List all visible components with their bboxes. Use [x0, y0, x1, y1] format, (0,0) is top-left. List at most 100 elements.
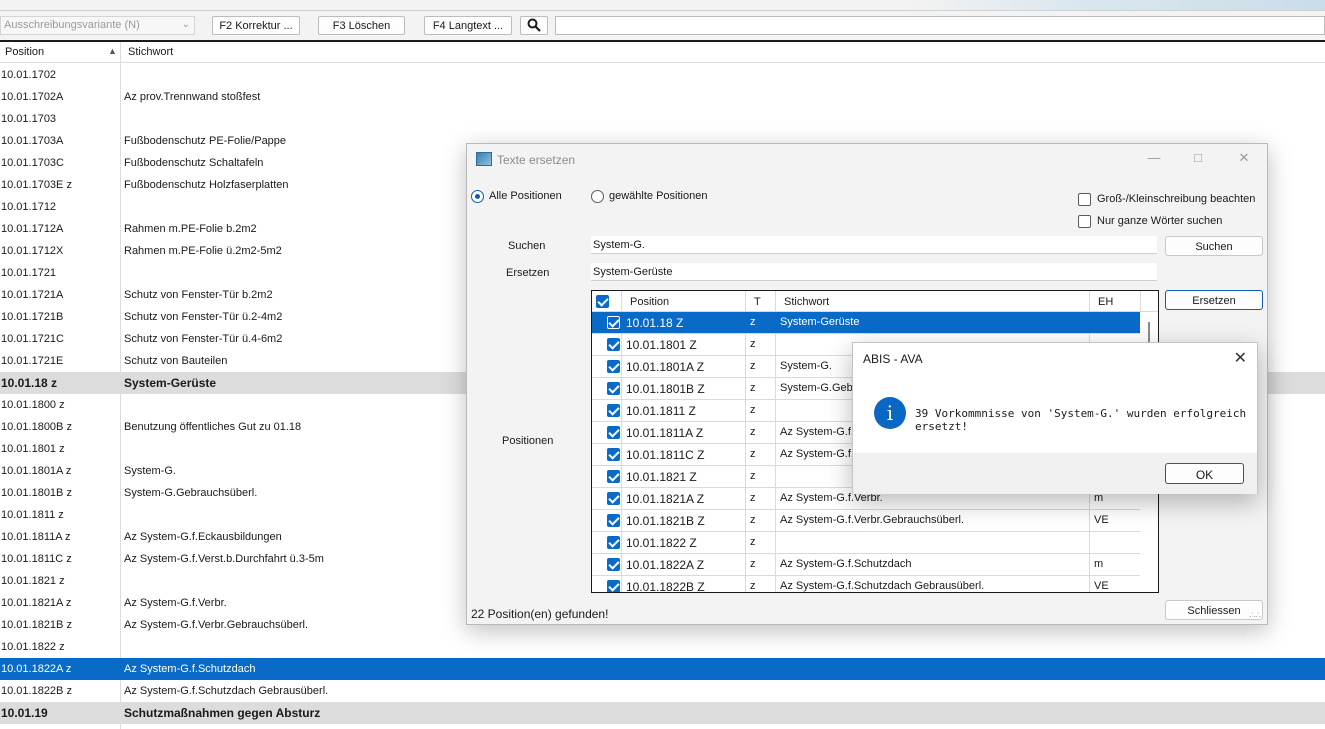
grid-cell-s: System-Gerüste	[780, 316, 860, 328]
row-checkbox[interactable]	[607, 382, 620, 395]
row-position: 10.01.1703C	[1, 157, 64, 169]
whole-words-label: Nur ganze Wörter suchen	[1097, 215, 1223, 227]
info-icon: i	[874, 397, 906, 429]
row-checkbox[interactable]	[607, 492, 620, 505]
row-position: 10.01.1721E	[1, 355, 64, 367]
grid-row[interactable]: 10.01.1822A Z z Az System-G.f.Schutzdach m	[592, 554, 1140, 576]
grid-cell-s: Az System-G.f.Verbr.Gebrauchsüberl.	[780, 514, 965, 526]
replace-button[interactable]: Ersetzen	[1165, 290, 1263, 310]
ok-button[interactable]: OK	[1165, 463, 1244, 484]
grid-row[interactable]: 10.01.1822B Z z Az System-G.f.Schutzdach G…	[592, 576, 1140, 593]
row-position: 10.01.1822B z	[1, 685, 72, 697]
grid-header-t[interactable]: T	[754, 296, 761, 308]
case-sensitive-checkbox[interactable]	[1078, 193, 1091, 206]
grid-cell-pos: 10.01.1822B Z	[626, 580, 705, 593]
sort-ascending-icon: ▲	[108, 46, 117, 56]
f4-longtext-button[interactable]: F4 Langtext ...	[424, 16, 512, 35]
close-dialog-button[interactable]: Schliessen	[1165, 600, 1263, 620]
f2-correction-button[interactable]: F2 Korrektur ...	[212, 16, 300, 35]
top-gradient	[905, 0, 1325, 10]
close-icon[interactable]: ✕	[1234, 348, 1247, 368]
f3-delete-button[interactable]: F3 Löschen	[318, 16, 405, 35]
row-checkbox[interactable]	[607, 448, 620, 461]
row-position: 10.01.1821 z	[1, 575, 65, 587]
list-row[interactable]: 10.01.1703	[0, 108, 1325, 130]
row-checkbox[interactable]	[607, 404, 620, 417]
row-position: 10.01.1822 z	[1, 641, 65, 653]
toolbar: Ausschreibungsvariante (N) ⌄ F2 Korrektu…	[0, 10, 1325, 40]
grid-cell-t: z	[750, 382, 756, 394]
variant-select-value: Ausschreibungsvariante (N)	[4, 19, 140, 31]
row-checkbox[interactable]	[607, 316, 620, 329]
grid-header-stichwort[interactable]: Stichwort	[784, 296, 829, 308]
grid-cell-t: z	[750, 404, 756, 416]
close-icon[interactable]: ✕	[1237, 150, 1251, 165]
message-text: 39 Vorkommnisse von 'System-G.' wurden e…	[915, 407, 1247, 433]
grid-cell-pos: 10.01.1811A Z	[626, 426, 704, 440]
search-dialog-button[interactable]: Suchen	[1165, 236, 1263, 256]
grid-cell-s: Az System-G.f.Schutzdach	[780, 558, 912, 570]
grid-cell-pos: 10.01.1821B Z	[626, 514, 705, 528]
row-keyword: Az System-G.f.Verbr.Gebrauchsüberl.	[124, 619, 309, 631]
positions-label: Positionen	[502, 435, 554, 447]
column-divider[interactable]	[120, 42, 121, 63]
row-checkbox[interactable]	[607, 580, 620, 592]
variant-select[interactable]: Ausschreibungsvariante (N) ⌄	[0, 16, 195, 35]
row-checkbox[interactable]	[607, 360, 620, 373]
search-button[interactable]	[520, 16, 548, 35]
row-position: 10.01.1721A	[1, 289, 64, 301]
toolbar-search-input[interactable]	[555, 16, 1325, 35]
column-header-stichwort[interactable]: Stichwort	[128, 46, 173, 58]
grid-cell-t: z	[750, 580, 756, 592]
row-keyword: Benutzung öffentliches Gut zu 01.18	[124, 421, 302, 433]
grid-cell-pos: 10.01.1801B Z	[626, 382, 705, 396]
row-keyword: Az System-G.f.Verst.b.Durchfahrt ü.3-5m	[124, 553, 324, 565]
grid-cell-eh: VE	[1094, 580, 1109, 592]
list-row[interactable]: 10.01.1702	[0, 64, 1325, 86]
replace-input[interactable]: System-Gerüste	[591, 263, 1157, 281]
row-checkbox[interactable]	[607, 338, 620, 351]
row-checkbox[interactable]	[607, 514, 620, 527]
group-row[interactable]: 10.01.19 Schutzmaßnahmen gegen Absturz	[0, 702, 1325, 724]
list-row[interactable]: 10.01.1822B z Az System-G.f.Schutzdach Ge…	[0, 680, 1325, 702]
radio-selected-positions[interactable]	[591, 190, 604, 203]
resize-grip-icon[interactable]: ∴∴	[1250, 610, 1261, 621]
row-position: 10.01.1822A z	[1, 663, 72, 675]
radio-all-positions[interactable]	[471, 190, 484, 203]
row-position: 10.01.1721C	[1, 333, 64, 345]
row-keyword: Fußbodenschutz PE-Folie/Pappe	[124, 135, 287, 147]
row-checkbox[interactable]	[607, 426, 620, 439]
row-checkbox[interactable]	[607, 536, 620, 549]
grid-cell-eh: VE	[1094, 514, 1109, 526]
column-header-position[interactable]: Position	[5, 46, 44, 58]
grid-row[interactable]: 10.01.1821B Z z Az System-G.f.Verbr.Gebrau…	[592, 510, 1140, 532]
row-keyword: System-Gerüste	[124, 376, 217, 390]
list-row[interactable]: 10.01.1822 z	[0, 636, 1325, 658]
row-position: 10.01.1800B z	[1, 421, 72, 433]
maximize-icon[interactable]: □	[1191, 150, 1205, 165]
row-position: 10.01.1821A z	[1, 597, 72, 609]
grid-cell-t: z	[750, 316, 756, 328]
row-position: 10.01.1801B z	[1, 487, 72, 499]
row-keyword: Az System-G.f.Schutzdach	[124, 663, 256, 675]
select-all-checkbox[interactable]	[596, 295, 609, 308]
grid-cell-pos: 10.01.1822 Z	[626, 536, 697, 550]
grid-row[interactable]: 10.01.1822 Z z	[592, 532, 1140, 554]
minimize-icon[interactable]: —	[1147, 150, 1161, 165]
list-row[interactable]: 10.01.1822A z Az System-G.f.Schutzdach	[0, 658, 1325, 680]
grid-cell-t: z	[750, 536, 756, 548]
row-keyword: Az System-G.f.Eckausbildungen	[124, 531, 282, 543]
search-input[interactable]: System-G.	[591, 236, 1157, 254]
whole-words-checkbox[interactable]	[1078, 215, 1091, 228]
grid-cell-s: System-G.Gebra	[780, 382, 863, 394]
row-position: 10.01.1712X	[1, 245, 64, 257]
row-checkbox[interactable]	[607, 470, 620, 483]
row-position: 10.01.1801A z	[1, 465, 72, 477]
grid-header-eh[interactable]: EH	[1098, 296, 1113, 308]
grid-cell-t: z	[750, 470, 756, 482]
list-row[interactable]: 10.01.1702A Az prov.Trennwand stoßfest	[0, 86, 1325, 108]
grid-header-position[interactable]: Position	[630, 296, 669, 308]
row-position: 10.01.1721B	[1, 311, 64, 323]
grid-row[interactable]: 10.01.18 Z z System-Gerüste	[592, 312, 1140, 334]
row-checkbox[interactable]	[607, 558, 620, 571]
